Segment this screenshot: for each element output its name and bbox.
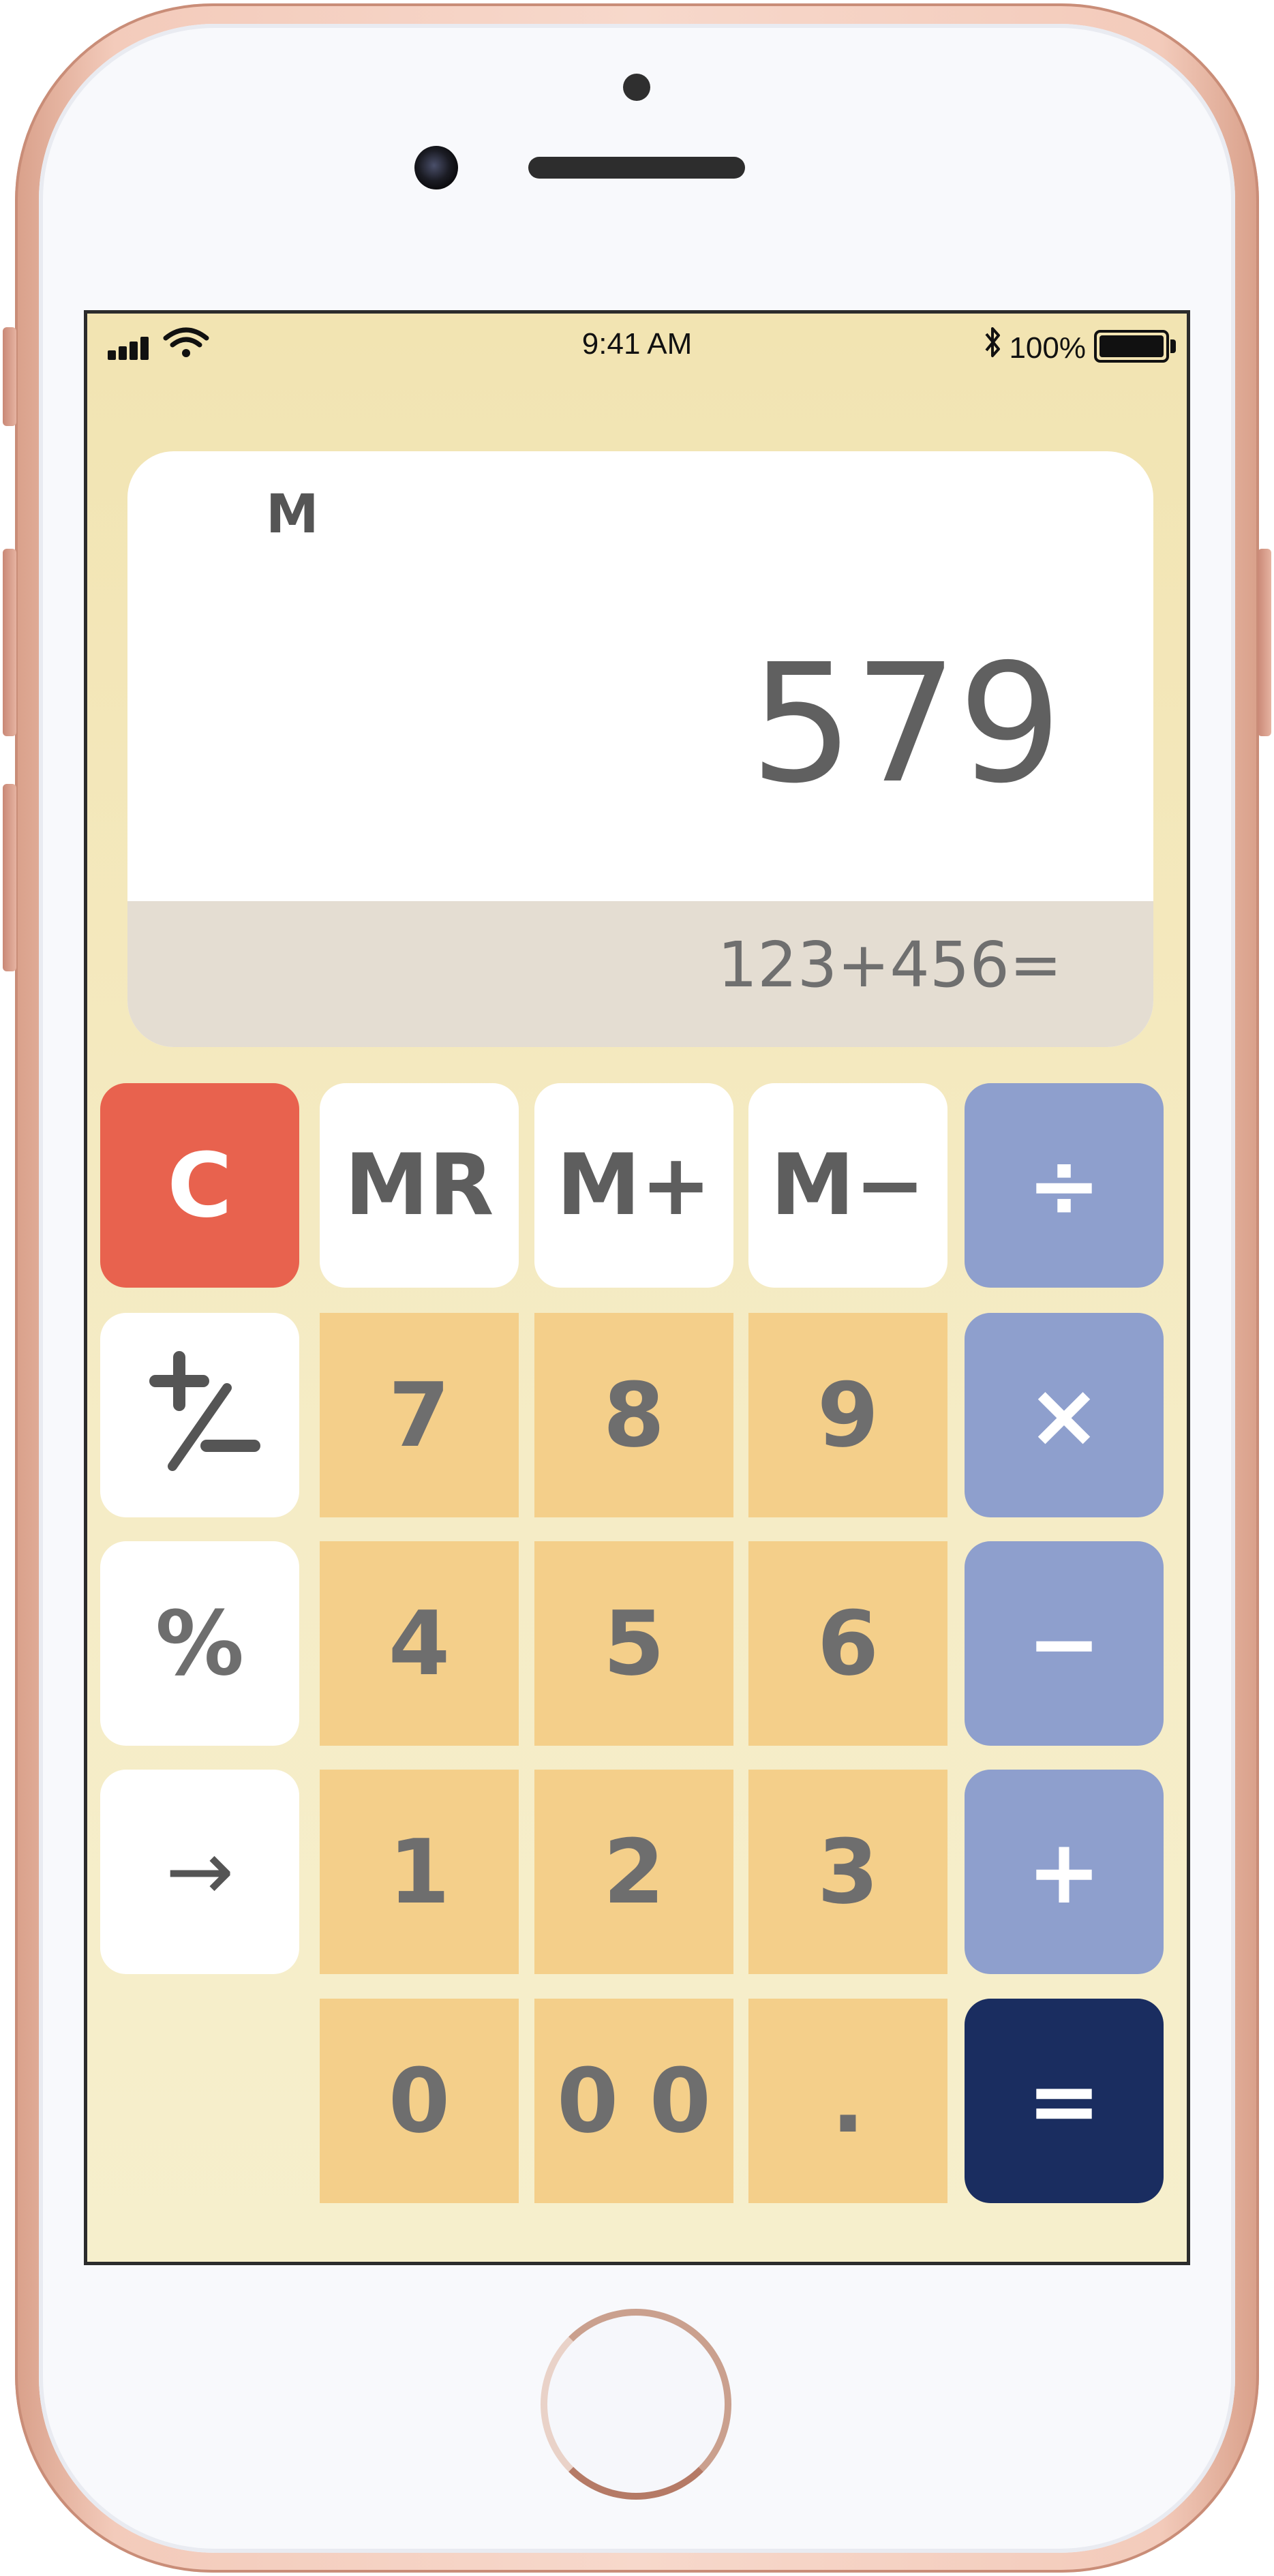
power-button xyxy=(1258,549,1271,736)
multiply-button[interactable]: × xyxy=(965,1313,1164,1517)
equals-button[interactable]: = xyxy=(965,1999,1164,2203)
digit-1-button[interactable]: 1 xyxy=(320,1770,519,1974)
minus-button[interactable]: − xyxy=(965,1541,1164,1746)
digit-0-button[interactable]: 0 xyxy=(320,1999,519,2203)
expression-bar: 123+456= xyxy=(127,901,1153,1047)
memory-add-button[interactable]: M+ xyxy=(534,1083,733,1288)
expression-text: 123+456= xyxy=(717,928,1062,1001)
clear-button[interactable]: C xyxy=(100,1083,299,1288)
digit-9-button[interactable]: 9 xyxy=(748,1313,947,1517)
arrow-button[interactable]: → xyxy=(100,1770,299,1974)
proximity-sensor xyxy=(623,74,650,101)
front-camera xyxy=(414,146,458,190)
plus-minus-icon xyxy=(149,1351,260,1471)
digit-7-button[interactable]: 7 xyxy=(320,1313,519,1517)
battery-tip xyxy=(1170,339,1176,353)
divide-button[interactable]: ÷ xyxy=(965,1083,1164,1288)
result-value: 579 xyxy=(749,628,1062,819)
volume-up-button xyxy=(3,549,16,736)
percent-button[interactable]: % xyxy=(100,1541,299,1746)
home-button[interactable] xyxy=(541,2309,731,2500)
double-zero-button[interactable]: 0 0 xyxy=(534,1999,733,2203)
calculator-display: M 579 123+456= xyxy=(127,451,1153,1047)
decimal-button[interactable]: . xyxy=(748,1999,947,2203)
digit-5-button[interactable]: 5 xyxy=(534,1541,733,1746)
status-bar: 9:41 AM 100% xyxy=(87,314,1187,368)
digit-8-button[interactable]: 8 xyxy=(534,1313,733,1517)
mute-switch xyxy=(3,327,16,426)
plus-minus-button[interactable] xyxy=(100,1313,299,1517)
memory-recall-button[interactable]: MR xyxy=(320,1083,519,1288)
digit-2-button[interactable]: 2 xyxy=(534,1770,733,1974)
bluetooth-icon xyxy=(985,327,1000,357)
memory-indicator: M xyxy=(266,484,319,545)
volume-down-button xyxy=(3,784,16,971)
digit-6-button[interactable]: 6 xyxy=(748,1541,947,1746)
digit-3-button[interactable]: 3 xyxy=(748,1770,947,1974)
battery-icon xyxy=(1094,330,1169,363)
calculator-screen: 9:41 AM 100% M 579 123+456= C MR M+ M− ÷… xyxy=(84,310,1190,2265)
plus-button[interactable]: + xyxy=(965,1770,1164,1974)
memory-subtract-button[interactable]: M− xyxy=(748,1083,947,1288)
earpiece-speaker xyxy=(528,157,745,179)
battery-percent: 100% xyxy=(1009,331,1086,365)
digit-4-button[interactable]: 4 xyxy=(320,1541,519,1746)
